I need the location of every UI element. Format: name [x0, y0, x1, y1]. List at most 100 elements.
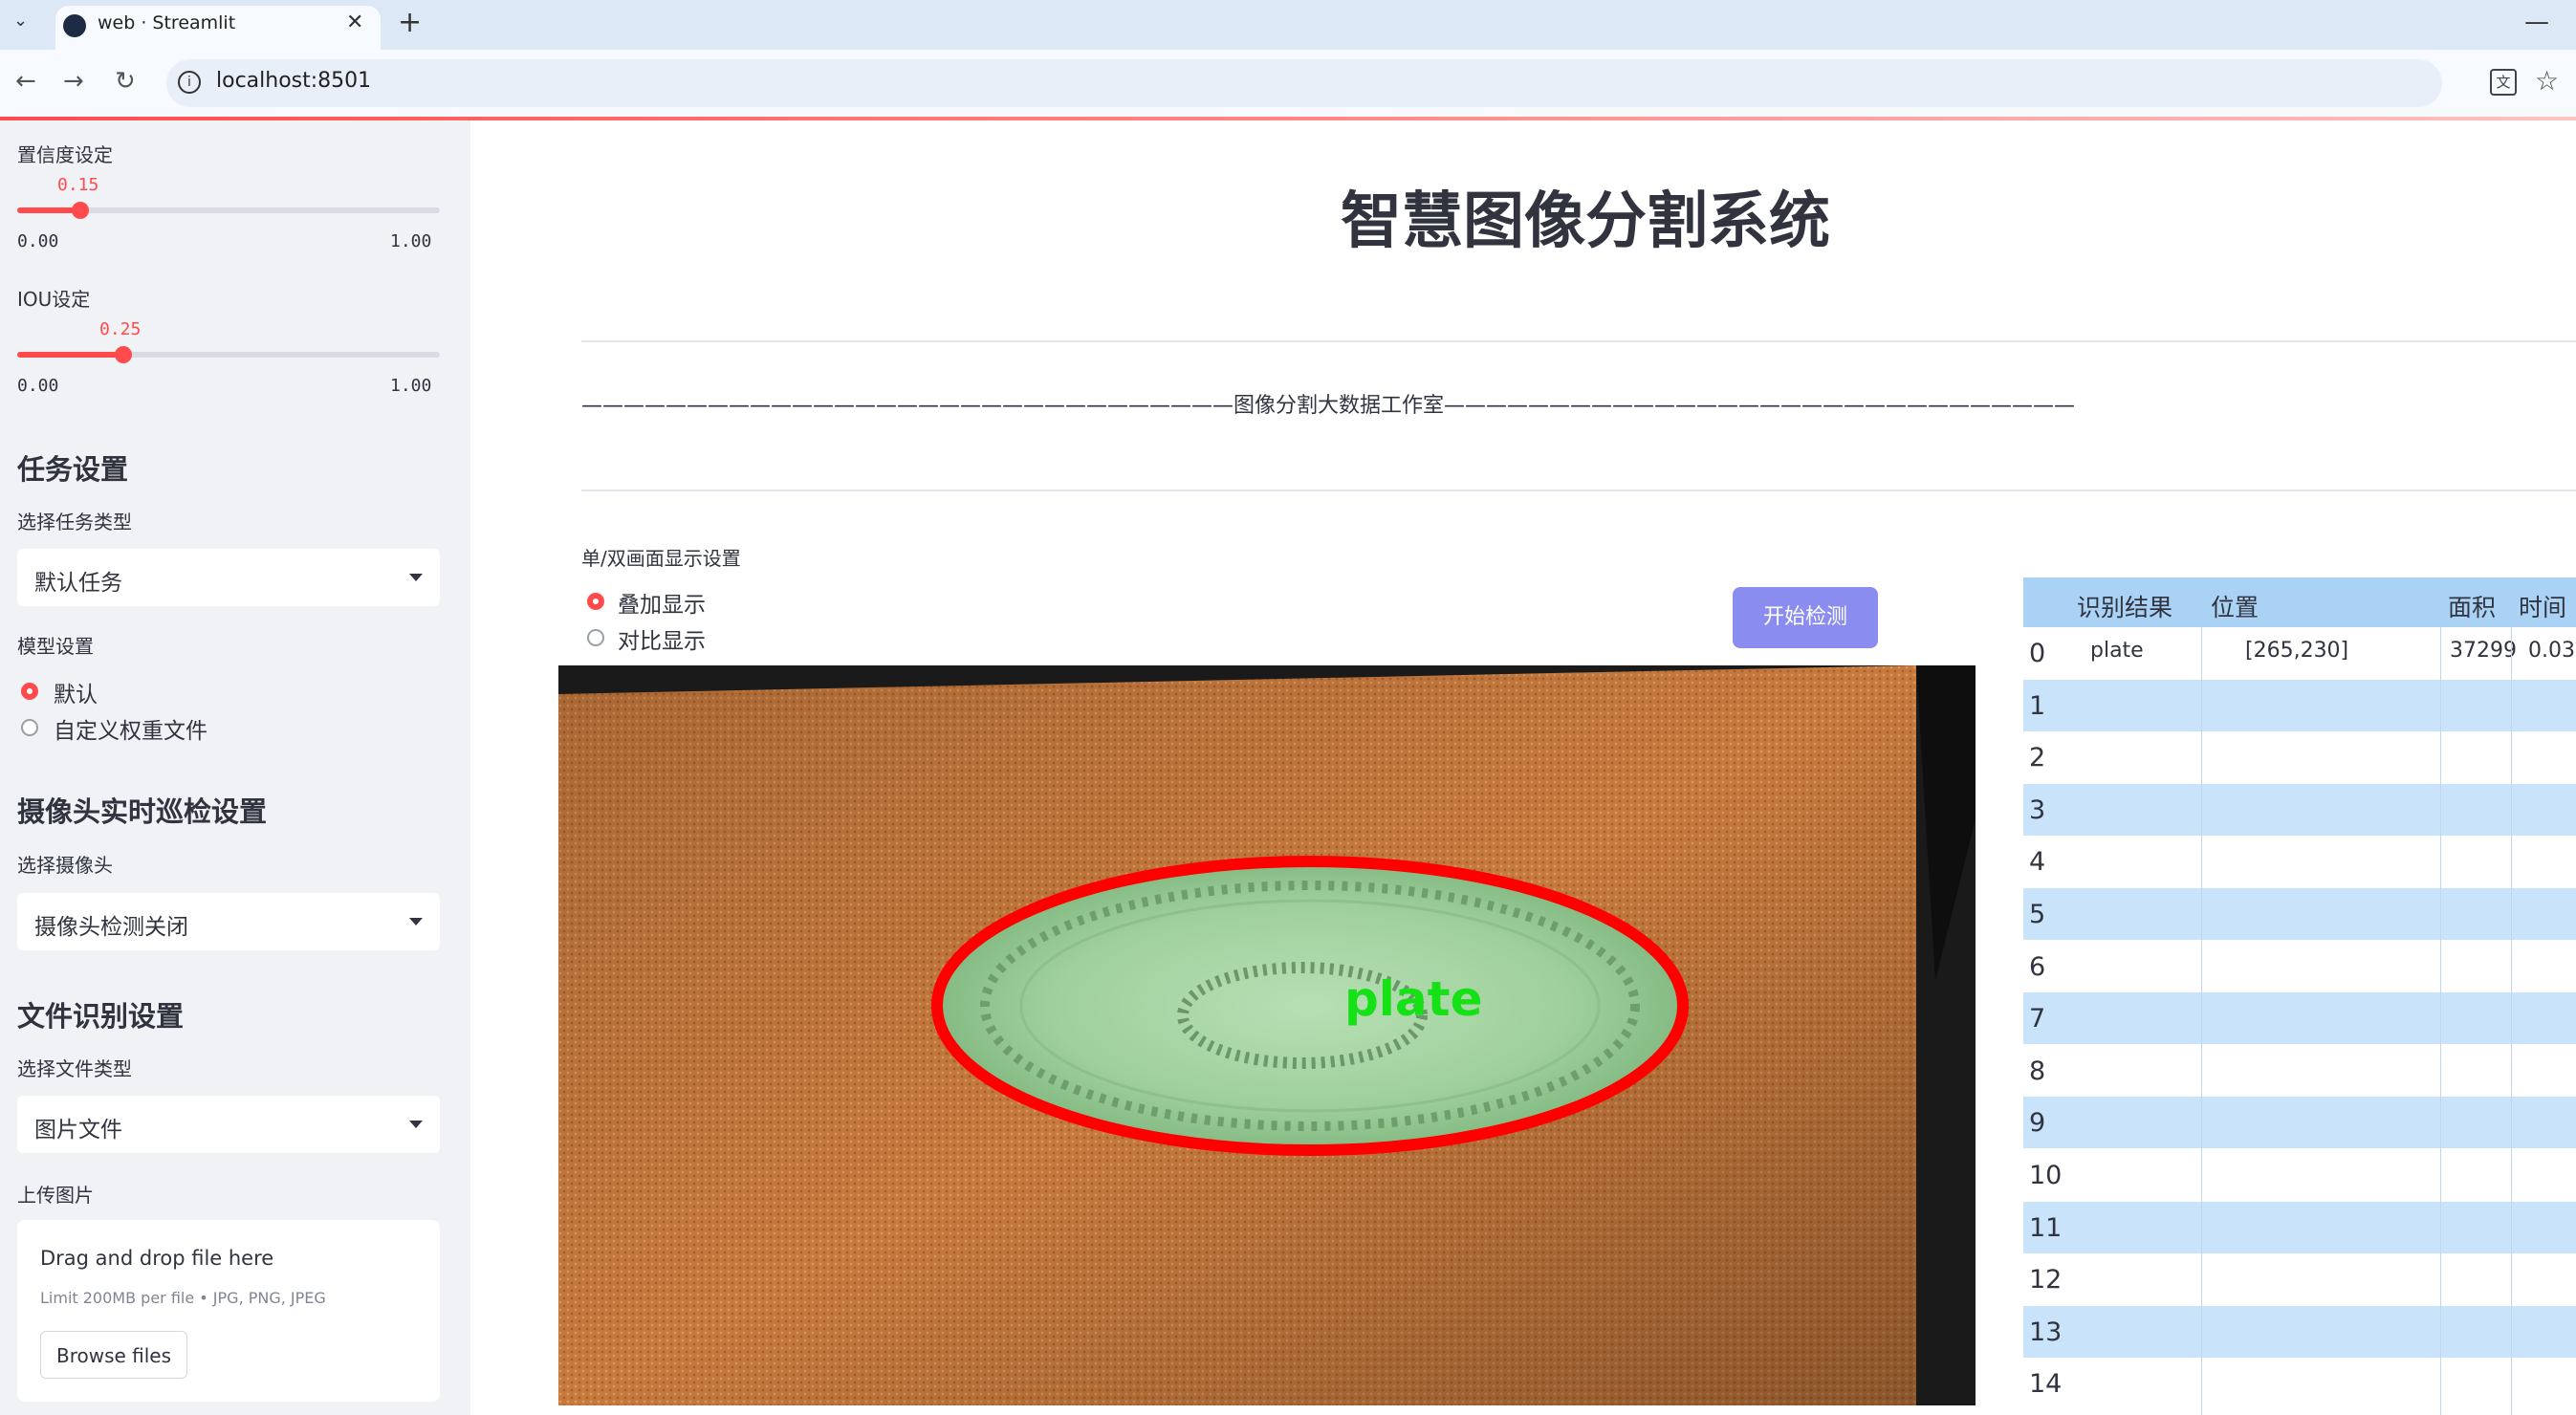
cell-result: plate: [2090, 639, 2144, 663]
confidence-label: 置信度设定: [17, 143, 113, 166]
chevron-down-icon: [409, 1121, 423, 1128]
camera-select-label: 选择摄像头: [17, 854, 113, 877]
browse-files-button[interactable]: Browse files: [40, 1331, 187, 1379]
row-index: 6: [2029, 951, 2046, 982]
camera-select-value: 摄像头检测关闭: [34, 915, 188, 940]
table-row[interactable]: 10: [2023, 1149, 2576, 1201]
header-position[interactable]: 位置: [2211, 589, 2259, 623]
row-index: 8: [2029, 1056, 2046, 1086]
row-index: 5: [2029, 900, 2046, 929]
new-tab-icon[interactable]: +: [398, 6, 422, 39]
cell-time: 0.03: [2528, 639, 2575, 663]
file-settings-heading: 文件识别设置: [17, 1000, 185, 1033]
display-setting-label: 单/双画面显示设置: [581, 547, 741, 570]
header-time[interactable]: 时间: [2519, 589, 2566, 623]
camera-settings-heading: 摄像头实时巡检设置: [17, 795, 268, 828]
reload-icon[interactable]: ↻: [115, 67, 136, 96]
model-custom-label[interactable]: 自定义权重文件: [54, 712, 207, 745]
confidence-max: 1.00: [390, 231, 432, 251]
overlay-display-radio[interactable]: [587, 593, 604, 610]
confidence-slider-thumb[interactable]: [72, 202, 89, 219]
compare-display-label[interactable]: 对比显示: [618, 622, 706, 655]
divider: [581, 490, 2576, 491]
translate-icon[interactable]: 文: [2490, 69, 2517, 96]
table-row[interactable]: 5: [2023, 888, 2576, 940]
confidence-value: 0.15: [57, 175, 99, 195]
url-text[interactable]: localhost:8501: [216, 69, 371, 93]
file-type-select[interactable]: 图片文件: [17, 1096, 440, 1153]
iou-max: 1.00: [390, 376, 432, 396]
studio-banner: ———————————————————————————————图像分割大数据工作…: [581, 394, 2076, 418]
table-row[interactable]: 4: [2023, 836, 2576, 887]
row-index: 7: [2029, 1004, 2046, 1034]
model-default-label[interactable]: 默认: [54, 676, 98, 708]
tab-close-icon[interactable]: ✕: [346, 11, 363, 34]
cell-position: [265,230]: [2245, 639, 2349, 663]
iou-value: 0.25: [99, 319, 142, 339]
start-detect-button[interactable]: 开始检测: [1733, 587, 1878, 648]
iou-min: 0.00: [17, 376, 59, 396]
camera-select[interactable]: 摄像头检测关闭: [17, 893, 440, 950]
site-info-icon[interactable]: i: [178, 71, 201, 94]
row-index: 2: [2029, 743, 2046, 773]
row-index: 9: [2029, 1108, 2046, 1139]
task-settings-heading: 任务设置: [17, 453, 129, 486]
table-row[interactable]: 11: [2023, 1201, 2576, 1253]
table-row[interactable]: 3: [2023, 783, 2576, 836]
column-divider: [2511, 627, 2512, 1415]
page-title: 智慧图像分割系统: [1341, 186, 1830, 257]
compare-display-radio[interactable]: [587, 629, 604, 646]
tab-search-icon[interactable]: ⌄: [13, 11, 28, 31]
row-index: 1: [2029, 690, 2046, 721]
row-index: 3: [2029, 795, 2046, 825]
row-index: 4: [2029, 847, 2046, 878]
forward-icon[interactable]: →: [63, 67, 84, 96]
file-dropzone[interactable]: Drag and drop file here Limit 200MB per …: [17, 1220, 440, 1402]
table-header: 识别结果 位置 面积 时间: [2023, 577, 2576, 627]
back-icon[interactable]: ←: [15, 67, 36, 96]
overlay-display-label[interactable]: 叠加显示: [618, 586, 706, 619]
bookmark-star-icon[interactable]: ☆: [2535, 65, 2559, 97]
task-type-value: 默认任务: [34, 571, 122, 596]
column-divider: [2440, 627, 2441, 1415]
dropzone-limit: Limit 200MB per file • JPG, PNG, JPEG: [40, 1289, 326, 1307]
table-row[interactable]: 14: [2023, 1358, 2576, 1409]
cell-area: 37299: [2450, 639, 2517, 663]
minimize-icon[interactable]: —: [2524, 8, 2549, 36]
model-custom-radio[interactable]: [21, 719, 38, 736]
table-row[interactable]: 8: [2023, 1045, 2576, 1097]
task-type-select[interactable]: 默认任务: [17, 549, 440, 606]
file-type-label: 选择文件类型: [17, 1057, 132, 1080]
chevron-down-icon: [409, 918, 423, 925]
iou-slider-fill: [17, 352, 123, 358]
upload-label: 上传图片: [17, 1184, 94, 1207]
address-bar[interactable]: [166, 59, 2442, 107]
header-result[interactable]: 识别结果: [2077, 589, 2172, 623]
browser-tabstrip: [0, 0, 2576, 50]
streamlit-favicon-icon: [63, 14, 86, 37]
model-settings-label: 模型设置: [17, 635, 94, 658]
model-default-radio[interactable]: [21, 683, 38, 700]
result-image-svg: plate: [558, 665, 1976, 1405]
detection-label: plate: [1344, 971, 1482, 1027]
row-index: 11: [2029, 1212, 2063, 1243]
tab-title: web · Streamlit: [98, 12, 236, 33]
header-area[interactable]: 面积: [2448, 589, 2496, 623]
table-row[interactable]: 6: [2023, 941, 2576, 992]
table-row[interactable]: 1: [2023, 679, 2576, 731]
row-index: 10: [2029, 1161, 2063, 1190]
chevron-down-icon: [409, 574, 423, 581]
table-row[interactable]: 12: [2023, 1253, 2576, 1305]
task-type-label: 选择任务类型: [17, 511, 132, 533]
confidence-min: 0.00: [17, 231, 59, 251]
row-index: 14: [2029, 1369, 2063, 1400]
results-table[interactable]: 识别结果 位置 面积 时间 0 plate [265,230] 37299 0.03 1 2…: [2023, 577, 2576, 1415]
table-row[interactable]: 9: [2023, 1097, 2576, 1149]
table-row[interactable]: 13: [2023, 1305, 2576, 1358]
iou-slider-thumb[interactable]: [115, 346, 132, 363]
table-row[interactable]: 7: [2023, 992, 2576, 1045]
iou-label: IOU设定: [17, 288, 91, 311]
dropzone-title: Drag and drop file here: [40, 1247, 274, 1270]
table-row[interactable]: 0 plate [265,230] 37299 0.03: [2023, 627, 2576, 679]
table-row[interactable]: 2: [2023, 731, 2576, 783]
